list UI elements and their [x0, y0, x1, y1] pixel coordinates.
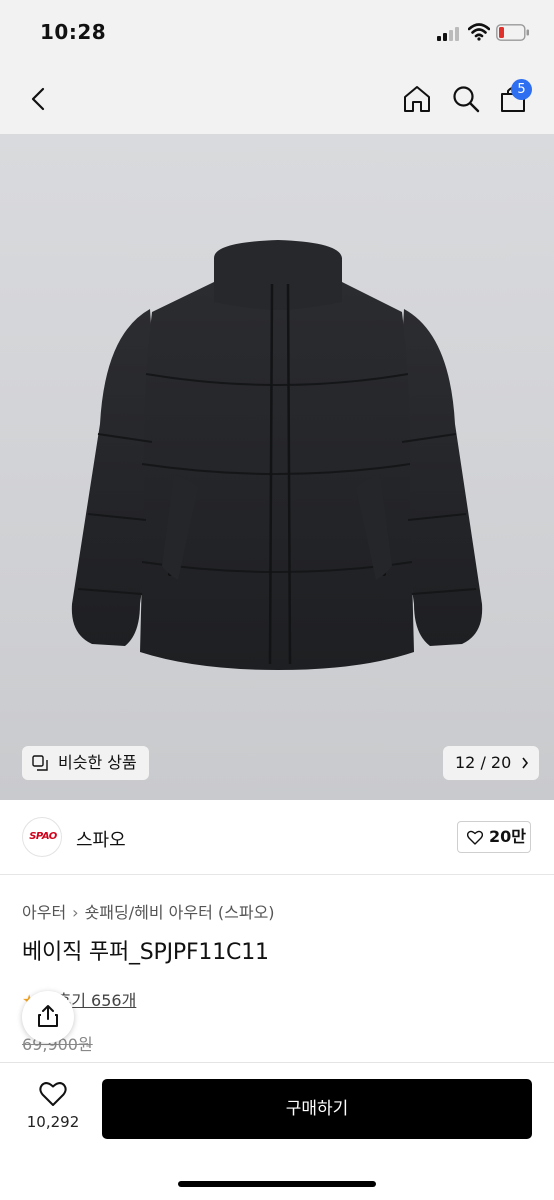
brand-logo-text: SPAO	[29, 831, 57, 842]
brand-like-button[interactable]: 20만	[457, 821, 531, 853]
similar-items-icon	[32, 755, 48, 771]
cart-count-badge: 5	[511, 79, 532, 100]
wifi-icon	[468, 23, 490, 41]
share-button[interactable]	[22, 991, 74, 1043]
similar-products-button[interactable]: 비슷한 상품	[22, 746, 149, 780]
brand-like-count: 20만	[489, 827, 526, 846]
heart-outline-icon	[39, 1082, 67, 1106]
back-arrow-icon[interactable]	[24, 84, 54, 114]
buy-button[interactable]: 구매하기	[102, 1079, 532, 1139]
cellular-signal-icon	[437, 27, 459, 41]
breadcrumb-level2[interactable]: 숏패딩/헤비 아우터 (스파오)	[85, 903, 275, 922]
bottom-action-bar: 10,292 구매하기	[0, 1062, 554, 1200]
heart-outline-icon	[467, 830, 483, 845]
share-icon	[38, 1005, 58, 1027]
wishlist-button[interactable]: 10,292	[22, 1081, 84, 1131]
similar-products-label: 비슷한 상품	[58, 753, 137, 772]
brand-row[interactable]: SPAO 스파오 20만	[0, 800, 554, 875]
brand-logo[interactable]: SPAO	[22, 817, 62, 857]
home-indicator	[178, 1181, 376, 1187]
status-time: 10:28	[40, 20, 107, 44]
image-counter: 12 / 20	[455, 753, 512, 772]
home-icon[interactable]	[402, 84, 432, 114]
puffer-jacket-illustration	[71, 240, 483, 670]
brand-name[interactable]: 스파오	[76, 826, 126, 852]
status-bar: 10:28	[0, 0, 554, 66]
product-title: 베이직 푸퍼_SPJPF11C11	[22, 940, 269, 965]
image-counter-button[interactable]: 12 / 20	[443, 746, 540, 780]
product-image[interactable]: 비슷한 상품 12 / 20	[0, 134, 554, 800]
breadcrumb-level1[interactable]: 아우터	[22, 903, 66, 922]
battery-icon	[496, 24, 529, 41]
wishlist-count: 10,292	[26, 1113, 80, 1131]
top-navigation	[0, 66, 554, 134]
chevron-right-icon	[522, 757, 529, 769]
breadcrumb: 아우터 › 숏패딩/헤비 아우터 (스파오)	[22, 899, 275, 923]
chevron-right-icon: ›	[72, 903, 79, 922]
search-icon[interactable]	[451, 84, 481, 114]
